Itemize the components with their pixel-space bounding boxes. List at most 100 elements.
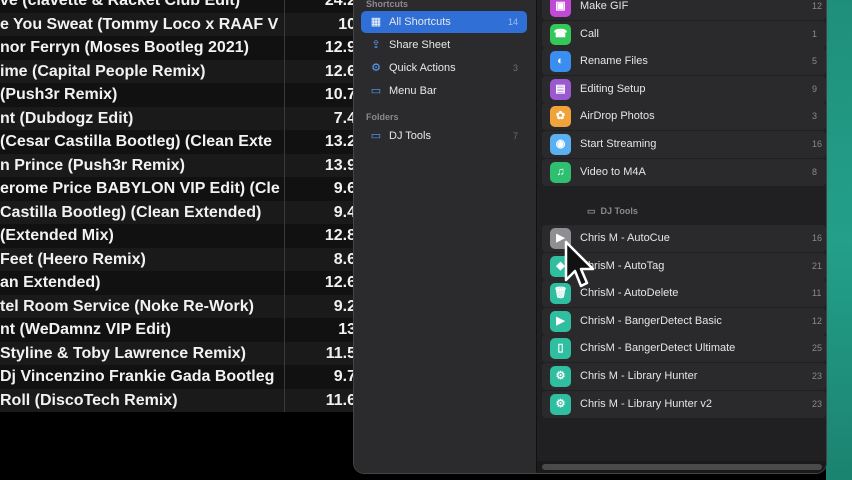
track-row[interactable]: e You Sweat (Tommy Loco x RAAF V 10 (0, 12, 356, 36)
track-title: Roll (DiscoTech Remix) (0, 391, 178, 409)
track-row[interactable]: Styline & Toby Lawrence Remix) 11.5 (0, 341, 356, 365)
sidebar-folder-dj-tools[interactable]: ▭ DJ Tools 7 (361, 125, 527, 147)
shortcut-label: ChrisM - BangerDetect Basic (580, 314, 722, 327)
sidebar-item-all-shortcuts[interactable]: ▦ All Shortcuts 14 (361, 11, 527, 33)
shortcut-row[interactable]: ⚙ Chris M - Library Hunter v2 23 (542, 390, 826, 418)
track-row[interactable]: ime (Capital People Remix) 12.6 (0, 59, 356, 83)
shortcut-row[interactable]: ☎ Call 1 (542, 20, 826, 48)
track-row[interactable]: erome Price BABYLON VIP Edit) (Cle 9.6 (0, 177, 356, 201)
scrollbar-thumb[interactable] (542, 464, 822, 470)
sidebar-folder-label: DJ Tools (389, 130, 431, 142)
track-bpm: 7.4 (333, 109, 356, 127)
column-divider (284, 12, 285, 36)
track-bpm: 13.2 (324, 133, 356, 150)
shortcut-label: Rename Files (580, 55, 648, 68)
column-divider (284, 200, 285, 224)
share-icon: ⇪ (371, 39, 381, 51)
shortcut-label: Start Streaming (580, 138, 657, 150)
column-divider (284, 177, 285, 201)
track-title: Styline & Toby Lawrence Remix) (0, 344, 246, 362)
shortcut-row[interactable]: ▯ ChrisM - BangerDetect Ultimate 25 (542, 335, 826, 363)
track-bpm: 24.2 (324, 0, 356, 9)
sidebar-item-count: 14 (507, 17, 518, 27)
shortcut-row[interactable]: ⚙ Chris M - Library Hunter 23 (542, 363, 826, 390)
gif-icon: ▣ (550, 0, 571, 17)
shortcut-action-count: 8 (812, 166, 818, 177)
shortcut-row[interactable]: ▶ ChrisM - BangerDetect Basic 12 (542, 307, 826, 335)
track-title: Castilla Bootleg) (Clean Extended) (0, 203, 262, 221)
track-title: nt (Dubdogz Edit) (0, 109, 134, 127)
track-title: erome Price BABYLON VIP Edit) (Cle (0, 180, 280, 197)
sidebar-section-folders: Folders (366, 112, 399, 122)
track-row[interactable]: ve (clavette & Racket Club Edit) 24.2 (0, 0, 356, 13)
gear-icon: ⚙ (550, 393, 571, 415)
sidebar-folder-count: 7 (512, 131, 518, 141)
track-bpm: 12.8 (324, 227, 356, 244)
shortcut-row[interactable]: ▤ Editing Setup 9 (542, 75, 826, 103)
sidebar-item-share-sheet[interactable]: ⇪ Share Sheet (361, 34, 527, 56)
column-divider (284, 247, 285, 271)
column-divider (284, 341, 285, 365)
shortcut-row[interactable]: ▣ Make GIF 12 (542, 0, 826, 20)
document-icon: ▯ (550, 338, 571, 360)
column-divider (284, 36, 285, 60)
track-bpm: 12.6 (324, 62, 356, 80)
folder-icon: ▭ (587, 206, 596, 216)
shortcut-action-count: 16 (812, 139, 823, 149)
shortcut-label: Call (580, 27, 599, 40)
shortcut-label: Video to M4A (580, 165, 646, 178)
finder-icon: ◐ (550, 51, 571, 73)
column-divider (284, 271, 285, 295)
column-divider (284, 224, 285, 248)
track-bpm: 11.5 (325, 344, 356, 362)
track-title: nor Ferryn (Moses Bootleg 2021) (0, 39, 249, 56)
gear-icon: ⚙ (550, 366, 571, 387)
shortcut-label: ChrisM - BangerDetect Ultimate (580, 342, 736, 355)
folder-icon: ▭ (370, 130, 382, 142)
sidebar-item-count: 3 (512, 63, 518, 73)
shortcut-row[interactable]: ◉ Start Streaming 16 (542, 131, 826, 158)
sidebar-item-quick-actions[interactable]: ⚙ Quick Actions 3 (361, 57, 527, 79)
shortcuts-window: Shortcuts ▦ All Shortcuts 14 ⇪ Share Sheet ⚙ Q… (354, 0, 826, 473)
track-row[interactable]: Roll (DiscoTech Remix) 11.6 (0, 388, 356, 412)
track-bpm: 10.7 (324, 86, 356, 103)
column-divider (284, 294, 285, 318)
track-title: ve (clavette & Racket Club Edit) (0, 0, 241, 9)
shortcut-row[interactable]: ✿ AirDrop Photos 3 (542, 103, 826, 131)
track-row[interactable]: (Cesar Castilla Bootleg) (Clean Exte 13.2 (0, 130, 356, 154)
track-row[interactable]: n Prince (Push3r Remix) 13.9 (0, 153, 356, 177)
column-divider (284, 365, 285, 389)
edit-icon: ▤ (550, 78, 571, 100)
column-divider (284, 388, 285, 412)
sidebar-item-label: Share Sheet (389, 39, 451, 51)
track-title: (Push3r Remix) (0, 86, 118, 103)
track-row[interactable]: Dj Vincenzino Frankie Gada Bootleg 9.7 (0, 365, 356, 389)
sidebar-item-menu-bar[interactable]: ▭ Menu Bar (361, 80, 527, 102)
track-row[interactable]: nor Ferryn (Moses Bootleg 2021) 12.9 (0, 36, 356, 60)
track-title: e You Sweat (Tommy Loco x RAAF V (0, 15, 279, 33)
column-divider (284, 0, 285, 13)
track-row[interactable]: Feet (Heero Remix) 8.6 (0, 247, 356, 271)
mouse-pointer-icon (564, 240, 595, 288)
track-row[interactable]: Castilla Bootleg) (Clean Extended) 9.4 (0, 200, 356, 224)
track-row[interactable]: (Extended Mix) 12.8 (0, 224, 356, 248)
track-row[interactable]: (Push3r Remix) 10.7 (0, 83, 356, 107)
track-bpm: 12.6 (324, 274, 356, 291)
sidebar-item-label: All Shortcuts (389, 16, 451, 28)
stream-icon: ◉ (550, 134, 571, 155)
track-row[interactable]: nt (WeDamnz VIP Edit) 13 (0, 318, 356, 342)
shortcut-row[interactable]: ♫ Video to M4A 8 (542, 158, 826, 186)
track-row[interactable]: nt (Dubdogz Edit) 7.4 (0, 106, 356, 130)
track-title: Dj Vincenzino Frankie Gada Bootleg (0, 368, 275, 385)
track-bpm: 9.6 (333, 180, 356, 197)
shortcut-action-count: 9 (812, 83, 818, 94)
track-bpm: 13 (338, 321, 356, 338)
track-row[interactable]: an Extended) 12.6 (0, 271, 356, 295)
music-icon: ♫ (550, 161, 571, 183)
track-row[interactable]: tel Room Service (Noke Re-Work) 9.2 (0, 294, 356, 318)
shortcut-action-count: 11 (812, 288, 822, 299)
horizontal-scrollbar[interactable] (537, 461, 826, 473)
shortcut-label: Make GIF (580, 0, 629, 12)
shortcut-row[interactable]: ◐ Rename Files 5 (542, 48, 826, 76)
play-icon: ▶ (550, 310, 571, 332)
